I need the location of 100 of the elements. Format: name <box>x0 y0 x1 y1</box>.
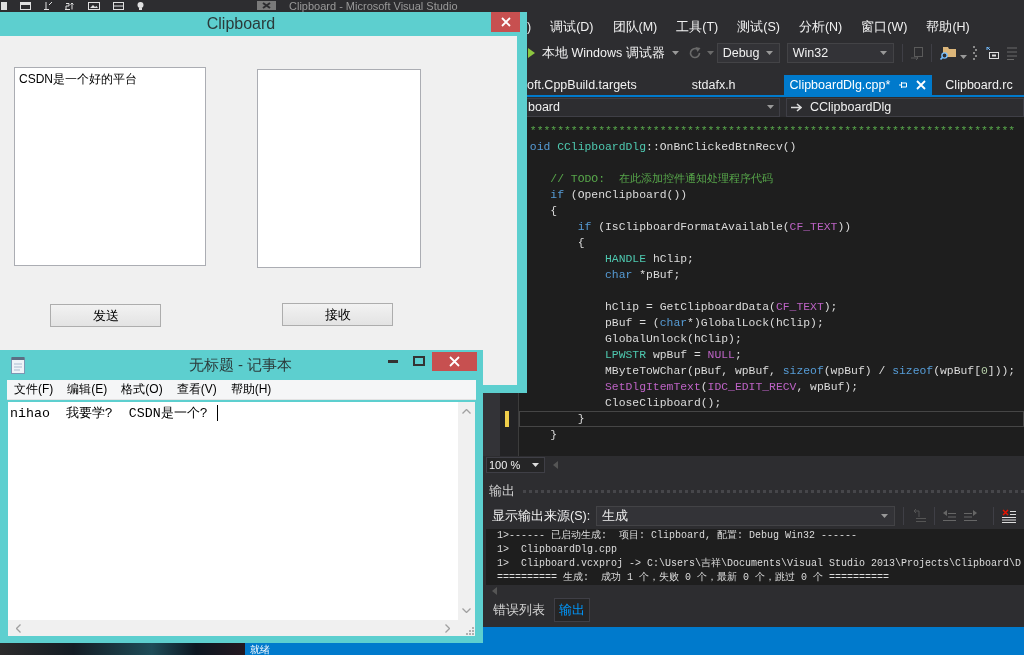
zoom-dropdown[interactable]: 100 % <box>486 457 545 473</box>
code-line: CloseClipboard(); <box>604 396 723 411</box>
menu-item[interactable]: 测试(S) <box>737 18 780 36</box>
left-arrow-lines-icon[interactable] <box>943 510 957 522</box>
output-source-dropdown[interactable]: 生成 <box>596 506 896 526</box>
menu-item[interactable]: 文件(F) <box>14 381 54 398</box>
menu-item[interactable]: 查看(V) <box>176 381 217 398</box>
code-line: GlobalUnlock(hClip); <box>604 332 743 347</box>
platform-dropdown[interactable]: Win32 <box>786 43 894 63</box>
caret-icon <box>767 105 774 109</box>
code-line: oid CClipboardDlg::OnBnClickedBtnRecv() <box>528 140 798 155</box>
code-line: } <box>549 428 559 443</box>
close-icon[interactable] <box>500 17 511 27</box>
member-dropdown[interactable]: CClipboardDlg <box>786 97 1024 117</box>
output-line: ========== 生成: 成功 1 个，失败 0 个，最新 0 个，跳过 0 个 ========== <box>497 571 891 585</box>
code-line: { <box>576 236 586 251</box>
notepad-icon <box>11 357 25 374</box>
panel-icon <box>113 2 124 10</box>
code-line: LPWSTR wpBuf = NULL; <box>604 348 743 363</box>
maximize-icon[interactable] <box>413 356 425 366</box>
menu-item[interactable]: ) <box>527 20 532 34</box>
caret-icon <box>881 514 889 518</box>
panel-tab[interactable]: 错误列表 <box>488 598 550 622</box>
window-icon <box>20 2 31 10</box>
dialog-button[interactable]: 发送 <box>50 304 161 327</box>
horizontal-scrollbar[interactable] <box>8 620 458 636</box>
close-button[interactable] <box>432 352 477 371</box>
code-line: char *pBuf; <box>604 268 682 283</box>
close-icon[interactable] <box>449 356 460 367</box>
output-line: 1> Clipboard.vcxproj -> C:\Users\吉祥\Documents\Visual Studio 2013\Projects\Clipboard\D <box>497 557 1023 571</box>
toolbar-grip-icon <box>972 46 977 60</box>
caret-icon[interactable] <box>959 55 967 59</box>
menu-item[interactable]: 帮助(H) <box>926 18 970 36</box>
vertical-scrollbar[interactable] <box>458 402 475 620</box>
refresh-icon[interactable] <box>688 47 701 59</box>
lightbulb-icon <box>137 2 144 10</box>
menu-item[interactable]: 分析(N) <box>798 18 843 36</box>
start-debugging-button[interactable]: 本地 Windows 调试器 <box>528 44 679 62</box>
source-label: 显示输出来源(S): <box>492 507 591 525</box>
picture-icon <box>88 2 100 10</box>
code-line: pBuf = (char*)GlobalLock(hClip); <box>604 316 825 331</box>
output-line: 1> ClipboardDlg.cpp <box>497 543 619 557</box>
menu-item[interactable]: 帮助(H) <box>230 381 272 398</box>
right-arrow-lines-icon[interactable] <box>964 510 978 522</box>
editor-tab[interactable]: stdafx.h <box>684 75 784 95</box>
menu-item[interactable]: 格式(O) <box>121 381 163 398</box>
sort-icon <box>65 2 75 10</box>
dialog-button[interactable]: 接收 <box>282 303 393 326</box>
close-icon[interactable] <box>916 80 927 90</box>
configuration-dropdown[interactable]: Debug <box>716 43 780 63</box>
window-title: Clipboard <box>205 14 277 34</box>
square-icon <box>1 2 7 10</box>
minimize-icon[interactable] <box>388 359 398 363</box>
folder-magnifier-icon[interactable] <box>939 46 956 60</box>
scroll-left-icon[interactable] <box>492 587 497 595</box>
text-field[interactable]: CSDN是一个好的平台 <box>14 67 206 266</box>
menu-item[interactable]: 调试(D) <box>550 18 594 36</box>
code-line: hClip = GetClipboardData(CF_TEXT); <box>604 300 839 315</box>
pin-icon[interactable] <box>899 81 908 89</box>
chevron-right-icon[interactable] <box>445 623 450 633</box>
caret-icon <box>671 51 679 55</box>
right-arrow-icon <box>791 102 802 112</box>
panel-title: 输出 <box>489 482 515 500</box>
arrow-box-icon[interactable] <box>985 47 999 59</box>
caret-icon <box>879 51 887 55</box>
list-icon[interactable] <box>1006 46 1017 60</box>
device-icon[interactable] <box>910 46 923 60</box>
editor-tab[interactable]: Clipboard.rc <box>938 75 1024 95</box>
cursor-icon <box>44 2 52 10</box>
caret-icon <box>765 51 773 55</box>
chevron-left-icon[interactable] <box>16 623 21 633</box>
caret-icon[interactable] <box>706 51 714 55</box>
code-line: // TODO: 在此添加控件通知处理程序代码 <box>549 172 774 187</box>
status-text: 就绪 <box>250 644 270 655</box>
code-line: HANDLE hClip; <box>604 252 695 267</box>
caret-icon <box>532 463 539 467</box>
panel-tab[interactable]: 输出 <box>554 598 590 622</box>
menu-item[interactable]: 编辑(E) <box>67 381 108 398</box>
arrow-lines-icon[interactable] <box>912 509 927 523</box>
code-line: SetDlgItemText(IDC_EDIT_RECV, wpBuf); <box>604 380 859 395</box>
cross-lines-icon[interactable] <box>1002 509 1017 523</box>
window-title: 无标题 - 记事本 <box>187 355 294 375</box>
code-line: if (IsClipboardFormatAvailable(CF_TEXT)) <box>576 220 853 235</box>
text-cursor-icon <box>216 405 218 421</box>
code-line: *********************************************************************** <box>528 124 1017 139</box>
scroll-left-icon[interactable] <box>553 461 558 469</box>
output-line: 1>------ 已启动生成: 项目: Clipboard, 配置: Debug Win32 ------ <box>497 529 859 543</box>
window-title: Clipboard - Microsoft Visual Studio <box>289 0 458 12</box>
code-line: { <box>549 204 559 219</box>
code-line: if (OpenClipboard()) <box>549 188 689 203</box>
code-line: } <box>519 411 1024 427</box>
code-line: MByteToWChar(pBuf, wpBuf, sizeof(wpBuf) / sizeof(wpBuf[0])); <box>604 364 1017 379</box>
menu-item[interactable]: 窗口(W) <box>861 18 908 36</box>
menu-item[interactable]: 工具(T) <box>676 18 719 36</box>
editor-tab[interactable]: ClipboardDlg.cpp* <box>783 75 933 95</box>
chevron-up-icon[interactable] <box>462 409 471 414</box>
chevron-down-icon[interactable] <box>462 608 471 613</box>
text-field[interactable] <box>257 69 421 268</box>
menu-item[interactable]: 团队(M) <box>612 18 658 36</box>
close-button[interactable] <box>491 12 520 32</box>
